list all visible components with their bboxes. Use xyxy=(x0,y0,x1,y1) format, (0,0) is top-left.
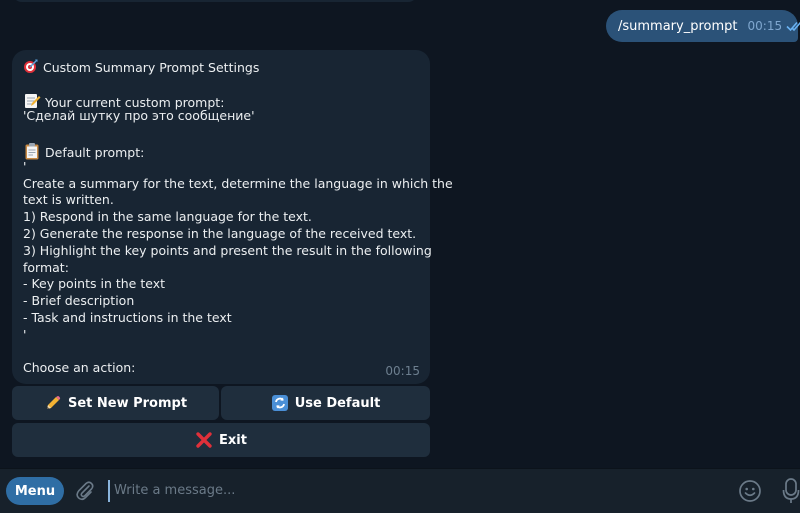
bot-message[interactable]: Custom Summary Prompt Settings Your curre… xyxy=(12,50,453,384)
message-line-text: ' xyxy=(23,326,27,342)
exit-label: Exit xyxy=(219,432,247,448)
double-check-icon xyxy=(786,20,800,32)
message-line-text: text is written. xyxy=(23,192,114,208)
message-line-text: Custom Summary Prompt Settings xyxy=(43,59,260,75)
message-line: - Brief description xyxy=(23,293,419,310)
message-line: Custom Summary Prompt Settings xyxy=(23,58,419,75)
message-input[interactable]: Write a message... xyxy=(108,480,714,502)
message-line-text: 2) Generate the response in the language… xyxy=(23,225,417,241)
message-line: 'Сделай шутку про это сообщение' xyxy=(23,108,419,125)
refresh-icon xyxy=(271,394,289,412)
message-line: Your current custom prompt: xyxy=(23,92,419,110)
message-line: format: xyxy=(23,260,419,277)
message-line: 1) Respond in the same language for the … xyxy=(23,209,419,226)
outgoing-message-time: 00:15 xyxy=(747,19,783,33)
outgoing-message[interactable]: /summary_prompt 00:15 xyxy=(606,10,800,42)
message-line xyxy=(23,125,419,142)
message-line-text: 3) Highlight the key points and present … xyxy=(23,242,432,258)
pencil-icon xyxy=(44,394,62,412)
message-line: Create a summary for the text, determine… xyxy=(23,176,453,193)
microphone-icon[interactable] xyxy=(782,477,800,509)
bot-message-text: Custom Summary Prompt Settings Your curre… xyxy=(23,58,453,377)
message-line: - Task and instructions in the text xyxy=(23,310,419,327)
message-line-text: - Task and instructions in the text xyxy=(23,309,232,325)
paperclip-icon[interactable] xyxy=(74,479,96,507)
message-line-text: format: xyxy=(23,259,69,275)
message-line xyxy=(23,344,419,361)
emoji-icon[interactable] xyxy=(738,479,762,507)
use-default-button[interactable]: Use Default xyxy=(221,386,430,420)
bot-message-time: 00:15 xyxy=(385,364,420,378)
message-line: ' xyxy=(23,159,419,176)
message-line-text: ' xyxy=(23,158,27,174)
dart-icon xyxy=(23,58,39,79)
outgoing-message-text: /summary_prompt xyxy=(618,18,738,34)
message-line: text is written. xyxy=(23,192,419,209)
cross-mark-icon xyxy=(195,431,213,449)
message-line: 2) Generate the response in the language… xyxy=(23,226,419,243)
outgoing-message-meta: 00:15 xyxy=(748,19,800,33)
message-line-text: 'Сделай шутку про это сообщение' xyxy=(23,108,255,124)
message-composer: Menu Write a message... xyxy=(0,468,800,513)
message-line-text: Create a summary for the text, determine… xyxy=(23,175,453,191)
message-line: - Key points in the text xyxy=(23,276,419,293)
message-line: Choose an action: xyxy=(23,360,419,377)
set-new-prompt-label: Set New Prompt xyxy=(67,395,188,411)
menu-button[interactable]: Menu xyxy=(6,477,64,505)
previous-message-bubble xyxy=(12,0,418,2)
message-line-text: Your current custom prompt: xyxy=(45,94,225,110)
use-default-label: Use Default xyxy=(294,395,381,411)
set-new-prompt-button[interactable]: Set New Prompt xyxy=(12,386,219,420)
message-line-text: Default prompt: xyxy=(45,144,145,160)
message-line: ' xyxy=(23,327,419,344)
exit-button[interactable]: Exit xyxy=(12,423,430,457)
message-line-text: Choose an action: xyxy=(23,360,136,376)
message-line-text: - Key points in the text xyxy=(23,276,166,292)
message-line: Default prompt: xyxy=(23,142,419,160)
message-line xyxy=(23,75,419,92)
message-line: 3) Highlight the key points and present … xyxy=(23,243,432,260)
message-line-text: - Brief description xyxy=(23,293,135,309)
message-line-text: 1) Respond in the same language for the … xyxy=(23,209,312,225)
